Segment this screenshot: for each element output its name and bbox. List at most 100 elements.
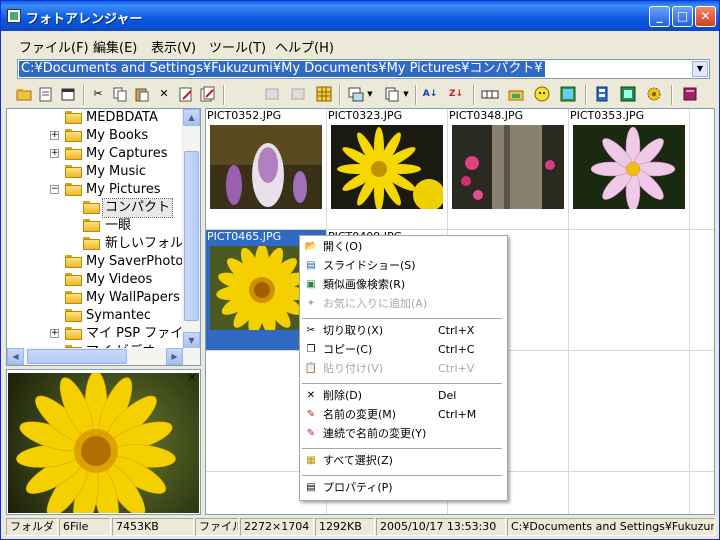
collapse-toggle[interactable]: − (50, 185, 59, 194)
tree-vertical-scrollbar[interactable]: ▲ ▼ (182, 109, 200, 349)
tree-item[interactable]: My Music (7, 163, 187, 181)
menu-item-properties[interactable]: ▤ プロパティ(P) (300, 479, 505, 497)
filmstrip-icon[interactable] (481, 85, 499, 103)
close-preview-button[interactable]: × (186, 372, 198, 384)
address-dropdown-button[interactable]: ▼ (692, 61, 708, 77)
app-icon[interactable] (7, 9, 21, 23)
context-menu: 📂 開く(O) ▤ スライドショー(S) ▣ 類似画像検索(R) ✦ お気に入りに追加(… (299, 235, 508, 501)
thumbnail-filename: PICT0323.JPG (328, 109, 403, 122)
thumbnail-item[interactable]: PICT0323.JPG (327, 109, 447, 229)
delete-icon[interactable]: ✕ (155, 85, 173, 103)
toolbar: ✂ ✕ ▼ ▼ A↓ Z↓ (9, 83, 713, 107)
tree-item[interactable]: + My Books (7, 127, 187, 145)
batch-rename-icon[interactable] (199, 85, 217, 103)
minimize-button[interactable]: _ (649, 6, 670, 27)
close-button[interactable]: ✕ (695, 6, 716, 27)
new-window-icon[interactable] (59, 85, 77, 103)
scroll-up-button[interactable]: ▲ (183, 109, 200, 126)
scroll-thumb[interactable] (27, 349, 127, 364)
menu-view[interactable]: 表示(V) (151, 37, 196, 56)
menu-file[interactable]: ファイル(F) (19, 37, 89, 56)
cut-icon[interactable]: ✂ (89, 85, 107, 103)
tree-item[interactable]: 新しいフォルダ (7, 235, 196, 253)
open-folder-icon[interactable] (15, 85, 33, 103)
tree-item[interactable]: − My Pictures (7, 181, 187, 199)
tree-item-label: My Music (86, 164, 147, 179)
menu-item-label: 開く(O) (323, 240, 363, 253)
address-path[interactable]: C:¥Documents and Settings¥Fukuzumi¥My Do… (19, 61, 545, 77)
maximize-button[interactable]: □ (672, 6, 693, 27)
properties-icon[interactable] (37, 85, 55, 103)
menu-help[interactable]: ヘルプ(H) (275, 37, 334, 56)
rotate-left-icon[interactable] (263, 85, 281, 103)
menu-item-similar-search[interactable]: ▣ 類似画像検索(R) (300, 276, 505, 294)
cut-icon: ✂ (306, 325, 316, 336)
open-folder-icon (83, 201, 100, 214)
rotate-right-icon[interactable] (289, 85, 307, 103)
tree-item[interactable]: MEDBDATA (7, 109, 187, 127)
select-all-icon[interactable] (315, 85, 333, 103)
menu-item-copy[interactable]: ❐ コピー(C) Ctrl+C (300, 341, 505, 359)
grid-line (689, 109, 690, 514)
view-mode-dropdown[interactable]: ▼ (365, 85, 375, 103)
scroll-thumb[interactable] (184, 151, 199, 321)
address-combo[interactable]: C:¥Documents and Settings¥Fukuzumi¥My Do… (17, 59, 710, 79)
slideshow-icon[interactable] (593, 85, 611, 103)
menu-item-cut[interactable]: ✂ 切り取り(X) Ctrl+X (300, 322, 505, 340)
similar-search-icon: ▣ (306, 279, 316, 290)
folder-view-icon[interactable] (507, 85, 525, 103)
view-mode-icon[interactable] (347, 85, 365, 103)
thumbnail-item[interactable]: PICT0353.JPG (569, 109, 689, 229)
scroll-down-button[interactable]: ▼ (183, 332, 200, 349)
scroll-left-button[interactable]: ◀ (7, 348, 24, 365)
menu-item-delete[interactable]: ✕ 削除(D) Del (300, 387, 505, 405)
menu-item-select-all[interactable]: ▦ すべて選択(Z) (300, 452, 505, 470)
image-icon[interactable] (559, 85, 577, 103)
settings-icon[interactable] (645, 85, 663, 103)
menu-item-open[interactable]: 📂 開く(O) (300, 238, 505, 256)
thumbnail-item[interactable]: PICT0348.JPG (448, 109, 568, 229)
menu-edit[interactable]: 編集(E) (93, 37, 137, 56)
sort-descending-icon[interactable]: Z↓ (447, 85, 465, 103)
favorite-icon: ✦ (306, 298, 316, 309)
expand-toggle[interactable]: + (50, 149, 59, 158)
title-bar[interactable]: フォトアレンジャー _ □ ✕ (1, 1, 719, 31)
menu-item-rename[interactable]: ✎ 名前の変更(M) Ctrl+M (300, 406, 505, 424)
select-all-icon: ▦ (306, 455, 316, 466)
tree-item[interactable]: 一眼 (7, 217, 187, 235)
smiley-icon[interactable] (533, 85, 551, 103)
rename-icon[interactable] (177, 85, 195, 103)
copy-icon[interactable] (111, 85, 129, 103)
book-icon[interactable] (681, 85, 699, 103)
tree-item-label: My SaverPhotos (86, 254, 191, 269)
folder-icon (83, 237, 100, 250)
tree-item[interactable]: My Videos (7, 271, 187, 289)
menu-item-label: 貼り付け(V) (323, 362, 384, 375)
tree-item[interactable]: + My Captures (7, 145, 187, 163)
menu-tools[interactable]: ツール(T) (209, 37, 266, 56)
copy-mode-icon[interactable] (383, 85, 401, 103)
expand-toggle[interactable]: + (50, 131, 59, 140)
folder-tree[interactable]: MEDBDATA + My Books + My Captures My Music… (6, 108, 201, 366)
menu-item-label: コピー(C) (323, 343, 373, 356)
expand-toggle[interactable]: + (50, 329, 59, 338)
tree-item-label: My Books (86, 128, 149, 143)
toolbar-separator (585, 85, 587, 105)
menu-item-batch-rename[interactable]: ✎ 連続で名前の変更(Y) (300, 425, 505, 443)
thumbnail-item[interactable]: PICT0352.JPG (206, 109, 326, 229)
similar-search-icon[interactable] (619, 85, 637, 103)
tree-item[interactable]: My WallPapers (7, 289, 187, 307)
scroll-right-button[interactable]: ▶ (166, 348, 183, 365)
copy-mode-dropdown[interactable]: ▼ (401, 85, 411, 103)
tree-item[interactable]: My SaverPhotos (7, 253, 191, 271)
sort-ascending-icon[interactable]: A↓ (421, 85, 439, 103)
paste-icon[interactable] (133, 85, 151, 103)
status-path: C:¥Documents and Settings¥Fukuzumi¥My Do… (507, 518, 715, 536)
folder-icon (65, 183, 82, 196)
status-date: 2005/10/17 13:53:30 (376, 518, 506, 536)
tree-item-selected[interactable]: コンパクト (7, 198, 187, 218)
tree-horizontal-scrollbar[interactable]: ◀ ▶ (7, 348, 200, 365)
tree-item[interactable]: Symantec (7, 307, 187, 325)
tree-item[interactable]: + マイ PSP ファイル (7, 325, 196, 343)
menu-item-slideshow[interactable]: ▤ スライドショー(S) (300, 257, 505, 275)
